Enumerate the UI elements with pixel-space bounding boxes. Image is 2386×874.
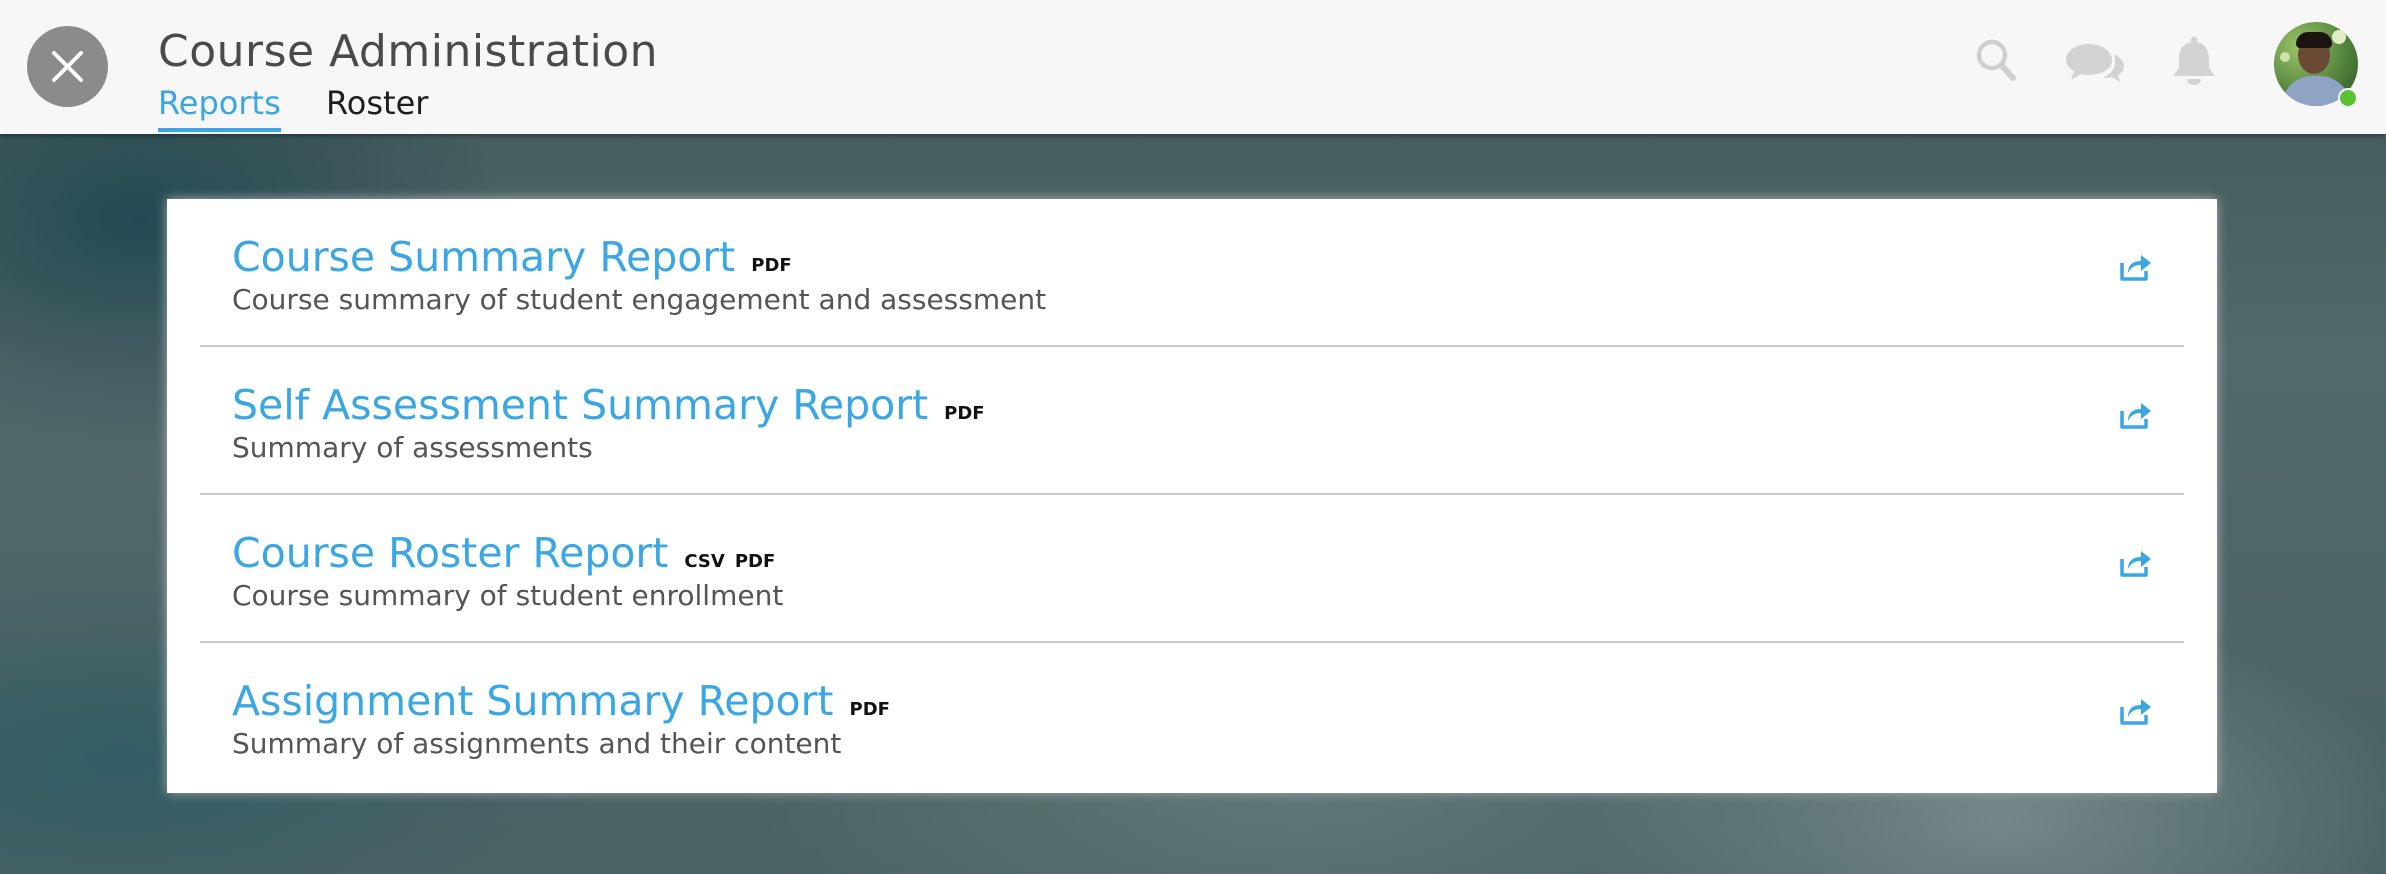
report-item-course-summary: Course Summary Report PDF Course summary … — [200, 199, 2184, 347]
report-title-link[interactable]: Assignment Summary Report — [232, 677, 834, 725]
page-title: Course Administration — [158, 26, 659, 77]
report-title-line: Self Assessment Summary Report PDF — [232, 381, 985, 429]
avatar-decoration — [2280, 52, 2290, 62]
export-button[interactable] — [2120, 401, 2152, 433]
avatar-decoration — [2296, 32, 2332, 48]
report-description: Course summary of student enrollment — [232, 579, 784, 612]
search-button[interactable] — [1975, 38, 2017, 86]
report-description: Summary of assignments and their content — [232, 727, 842, 760]
pdf-format-link[interactable]: PDF — [735, 551, 775, 572]
tab-roster[interactable]: Roster — [326, 84, 428, 128]
report-title-link[interactable]: Course Roster Report — [232, 529, 668, 577]
export-icon — [2120, 255, 2151, 281]
export-button[interactable] — [2120, 549, 2152, 581]
report-item-course-roster: Course Roster Report CSV PDF Course summar… — [200, 495, 2184, 643]
pdf-format-link[interactable]: PDF — [850, 699, 890, 720]
avatar-decoration — [2332, 30, 2346, 44]
notifications-button[interactable] — [2172, 36, 2216, 90]
messages-button[interactable] — [2066, 40, 2124, 90]
report-item-assignment-summary: Assignment Summary Report PDF Summary of … — [200, 643, 2184, 791]
report-title-line: Assignment Summary Report PDF — [232, 677, 890, 725]
export-icon — [2120, 403, 2151, 429]
chat-icon — [2066, 44, 2124, 82]
report-description: Course summary of student engagement and… — [232, 283, 1047, 316]
csv-format-link[interactable]: CSV — [684, 551, 724, 572]
reports-panel: Course Summary Report PDF Course summary … — [167, 199, 2217, 793]
export-icon — [2120, 699, 2151, 725]
report-title-line: Course Summary Report PDF — [232, 233, 792, 281]
close-button[interactable] — [27, 26, 108, 107]
pdf-format-link[interactable]: PDF — [944, 403, 984, 424]
search-icon — [1976, 39, 2016, 81]
export-icon — [2120, 551, 2151, 577]
report-description: Summary of assessments — [232, 431, 593, 464]
close-icon — [52, 51, 83, 82]
report-title-line: Course Roster Report CSV PDF — [232, 529, 775, 577]
bell-icon — [2173, 36, 2215, 85]
report-title-link[interactable]: Course Summary Report — [232, 233, 735, 281]
export-button[interactable] — [2120, 253, 2152, 285]
report-item-self-assessment-summary: Self Assessment Summary Report PDF Summar… — [200, 347, 2184, 495]
report-title-link[interactable]: Self Assessment Summary Report — [232, 381, 928, 429]
export-button[interactable] — [2120, 697, 2152, 729]
tab-reports[interactable]: Reports — [158, 84, 281, 132]
pdf-format-link[interactable]: PDF — [751, 255, 791, 276]
top-header: Course Administration Reports Roster — [0, 0, 2386, 134]
online-status-dot — [2338, 88, 2358, 108]
